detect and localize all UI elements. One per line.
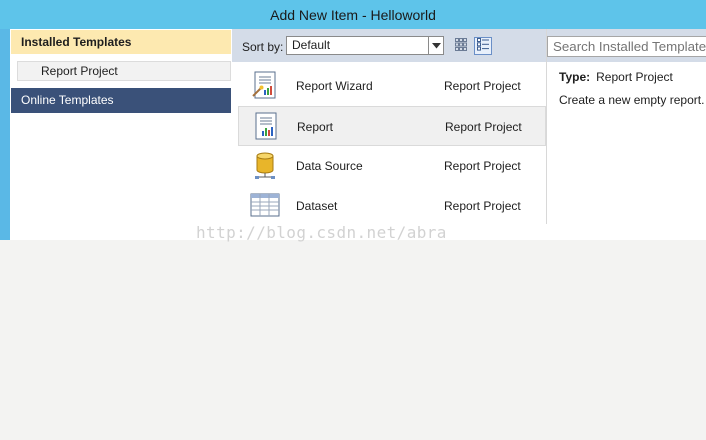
tree-item-report-project[interactable]: Report Project	[17, 61, 231, 81]
template-item[interactable]: Dataset Report Project	[238, 186, 546, 226]
type-value: Report Project	[596, 70, 673, 84]
template-categories-pane: Installed Templates Report Project Onlin…	[10, 29, 232, 240]
search-toolbar	[547, 29, 706, 62]
medium-icons-view-button[interactable]	[474, 37, 492, 55]
medium-icons-view-icon	[477, 38, 489, 54]
add-new-item-dialog: Add New Item - Helloworld Installed Temp…	[0, 0, 706, 240]
template-type: Report Project	[444, 159, 521, 173]
small-icons-view-button[interactable]	[452, 37, 470, 55]
online-templates-header[interactable]: Online Templates	[11, 88, 231, 113]
report-icon	[251, 111, 281, 141]
sort-by-select[interactable]: Default	[286, 36, 444, 55]
template-type: Report Project	[444, 199, 521, 213]
chevron-down-icon[interactable]	[428, 37, 443, 54]
search-input[interactable]	[547, 36, 706, 57]
template-list: Report Wizard Report Project Report Repo…	[238, 66, 546, 226]
sort-toolbar: Sort by: Default	[232, 29, 546, 62]
data-source-icon	[250, 150, 280, 180]
template-type: Report Project	[445, 120, 522, 134]
window-frame-left	[0, 0, 10, 240]
template-item[interactable]: Report Wizard Report Project	[238, 66, 546, 106]
template-type-detail: Type: Report Project	[559, 70, 673, 84]
small-icons-view-icon	[455, 37, 467, 55]
template-item[interactable]: Data Source Report Project	[238, 146, 546, 186]
template-details-pane: Type: Report Project Create a new empty r…	[546, 29, 706, 224]
installed-templates-header[interactable]: Installed Templates	[11, 30, 231, 54]
title-bar: Add New Item - Helloworld	[0, 0, 706, 29]
watermark-text: http://blog.csdn.net/abra	[196, 223, 447, 242]
templates-pane: Sort by: Default Report Wizard Report Pr…	[232, 29, 546, 240]
report-wizard-icon	[250, 70, 280, 100]
template-name: Report	[297, 120, 334, 134]
type-label: Type:	[559, 70, 591, 84]
sort-by-value: Default	[292, 38, 331, 52]
window-title: Add New Item - Helloworld	[270, 6, 436, 23]
template-description: Create a new empty report.	[559, 93, 705, 107]
sort-by-label: Sort by:	[242, 40, 284, 54]
dataset-icon	[250, 190, 280, 220]
template-name: Report Wizard	[296, 79, 373, 93]
template-item-selected[interactable]: Report Report Project	[238, 106, 546, 146]
template-name: Data Source	[296, 159, 363, 173]
template-type: Report Project	[444, 79, 521, 93]
template-name: Dataset	[296, 199, 338, 213]
